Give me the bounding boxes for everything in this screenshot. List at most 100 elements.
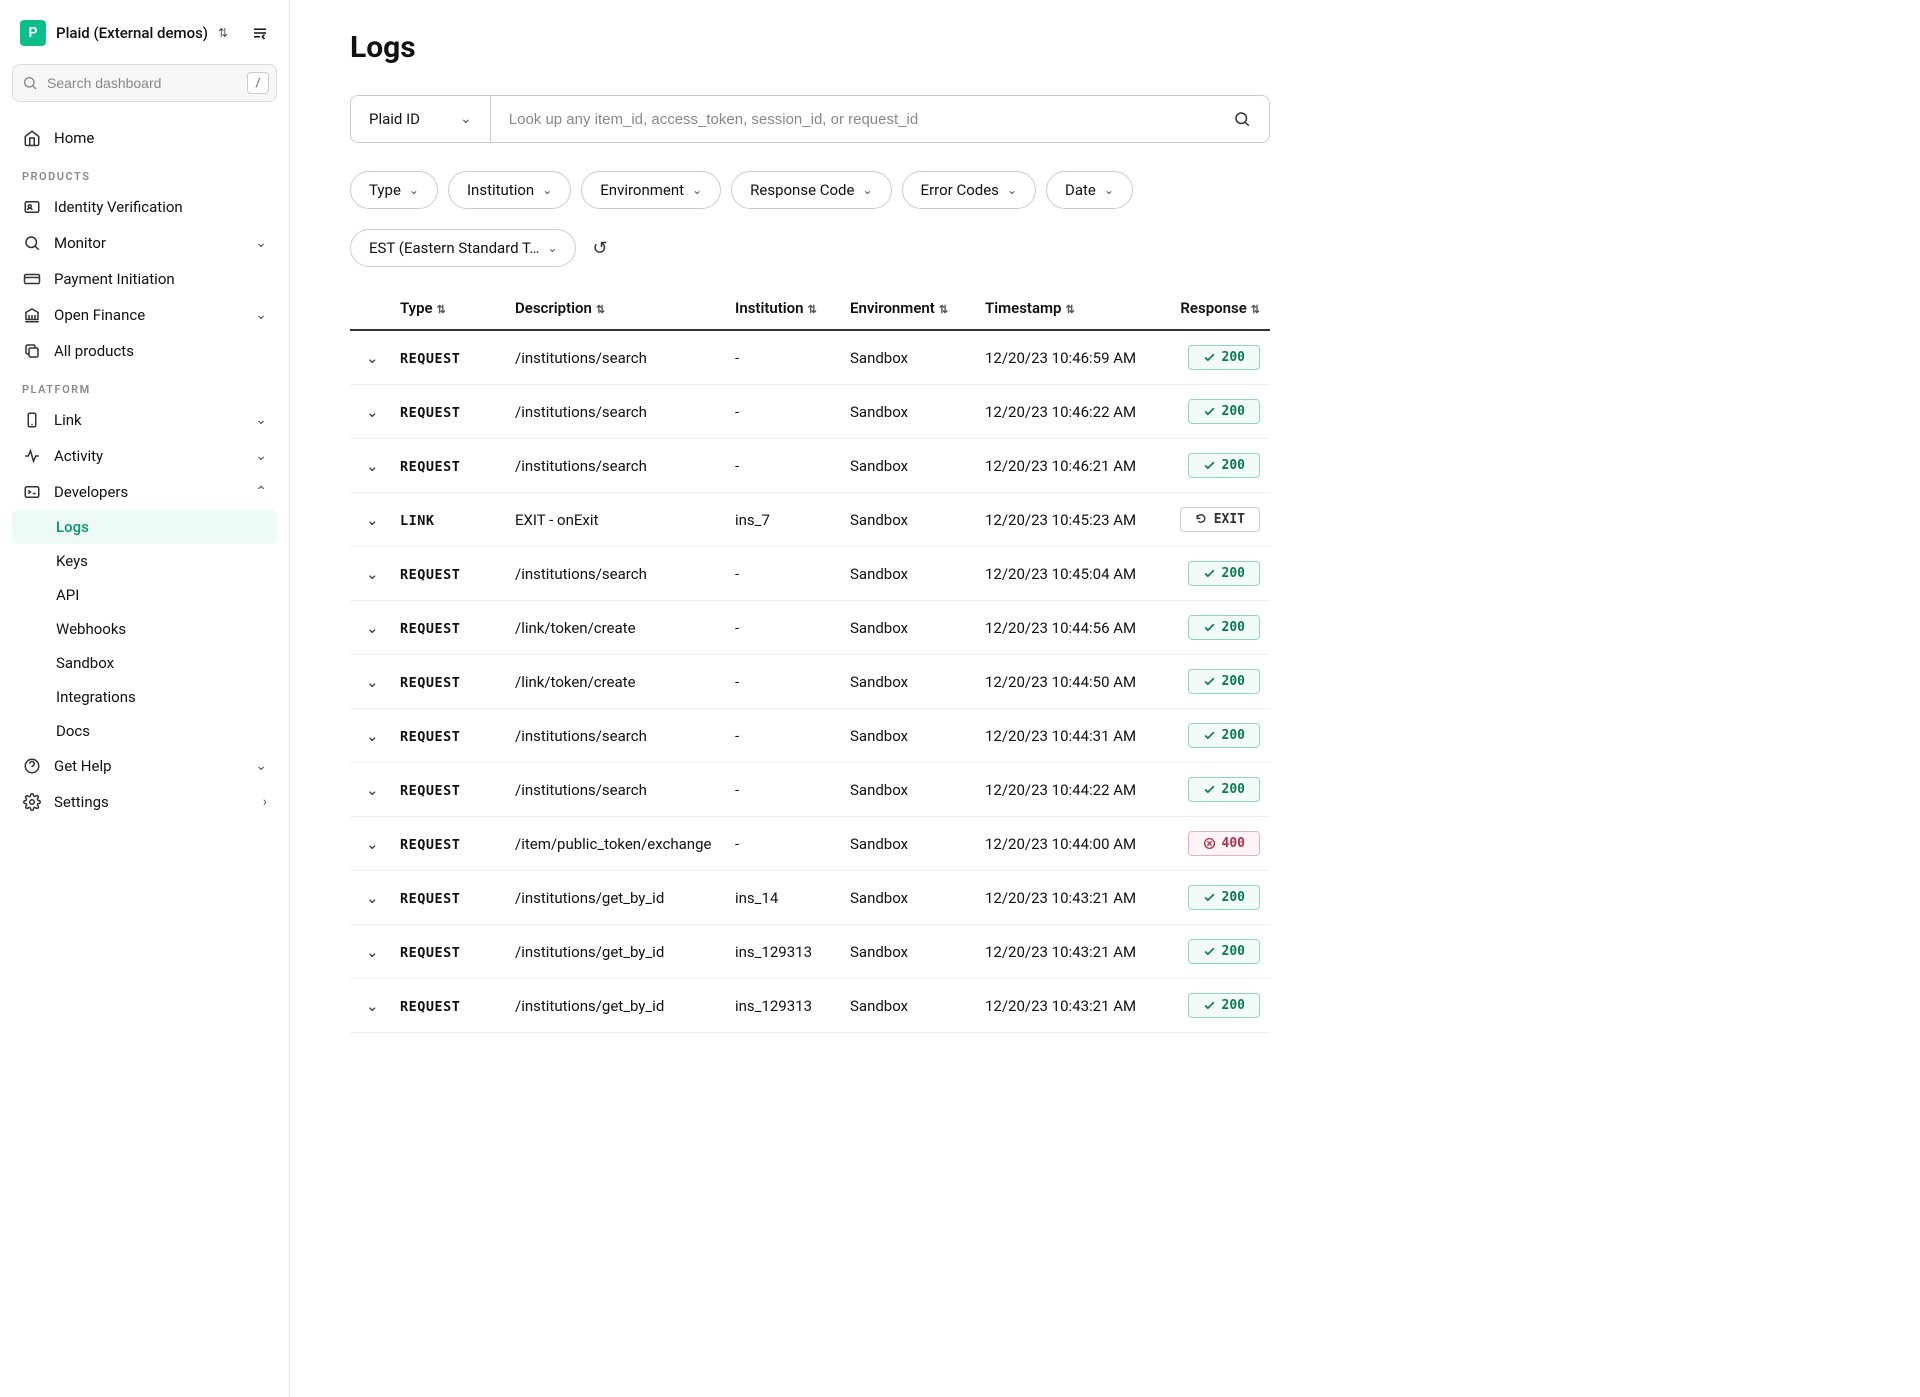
sidebar-sub-sandbox[interactable]: Sandbox	[12, 646, 277, 680]
expand-row-icon[interactable]: ⌄	[350, 781, 400, 799]
expand-row-icon[interactable]: ⌄	[350, 673, 400, 691]
chevron-right-icon: ›	[263, 794, 267, 810]
row-environment: Sandbox	[850, 889, 985, 907]
row-institution: ins_129313	[735, 997, 850, 1015]
row-institution: -	[735, 457, 850, 475]
expand-row-icon[interactable]: ⌄	[350, 565, 400, 583]
col-description[interactable]: Description⇅	[515, 299, 735, 317]
chevron-down-icon: ⌄	[1007, 183, 1017, 197]
expand-row-icon[interactable]: ⌄	[350, 997, 400, 1015]
sidebar-sub-api[interactable]: API	[12, 578, 277, 612]
table-row[interactable]: ⌄REQUEST/institutions/get_by_idins_12931…	[350, 979, 1270, 1033]
expand-row-icon[interactable]: ⌄	[350, 727, 400, 745]
table-row[interactable]: ⌄REQUEST/institutions/search-Sandbox12/2…	[350, 439, 1270, 493]
row-timestamp: 12/20/23 10:44:22 AM	[985, 781, 1160, 799]
row-type: REQUEST	[400, 837, 460, 853]
sort-icon: ⇅	[596, 303, 605, 316]
sidebar-sub-keys[interactable]: Keys	[12, 544, 277, 578]
chevron-down-icon: ⌄	[255, 307, 267, 323]
filter-environment[interactable]: Environment⌄	[581, 171, 721, 209]
org-switcher[interactable]: P Plaid (External demos) ⇅	[12, 16, 277, 50]
col-environment[interactable]: Environment⇅	[850, 299, 985, 317]
org-badge: P	[20, 20, 46, 46]
row-description: /item/public_token/exchange	[515, 835, 735, 853]
sidebar-sub-docs[interactable]: Docs	[12, 714, 277, 748]
expand-row-icon[interactable]: ⌄	[350, 349, 400, 367]
help-icon	[22, 756, 42, 776]
row-type: REQUEST	[400, 567, 460, 583]
row-type: REQUEST	[400, 945, 460, 961]
sidebar-item-idv[interactable]: Identity Verification	[12, 189, 277, 225]
expand-row-icon[interactable]: ⌄	[350, 943, 400, 961]
row-timestamp: 12/20/23 10:46:21 AM	[985, 457, 1160, 475]
response-badge: 200	[1188, 777, 1260, 802]
section-products: PRODUCTS	[12, 156, 277, 189]
sidebar-item-settings[interactable]: Settings ›	[12, 784, 277, 820]
filter-row: Type⌄ Institution⌄ Environment⌄ Response…	[350, 171, 1920, 267]
filter-error-codes[interactable]: Error Codes⌄	[902, 171, 1036, 209]
sidebar-sub-integrations[interactable]: Integrations	[12, 680, 277, 714]
table-row[interactable]: ⌄REQUEST/institutions/search-Sandbox12/2…	[350, 331, 1270, 385]
sidebar-item-allproducts[interactable]: All products	[12, 333, 277, 369]
filter-type[interactable]: Type⌄	[350, 171, 438, 209]
table-row[interactable]: ⌄REQUEST/institutions/search-Sandbox12/2…	[350, 385, 1270, 439]
sidebar-item-activity[interactable]: Activity ⌄	[12, 438, 277, 474]
sidebar-item-monitor[interactable]: Monitor ⌄	[12, 225, 277, 261]
table-row[interactable]: ⌄REQUEST/institutions/search-Sandbox12/2…	[350, 547, 1270, 601]
reset-filters-icon[interactable]: ↺	[586, 238, 613, 259]
chevron-down-icon: ⌄	[1104, 183, 1114, 197]
response-badge: EXIT	[1180, 507, 1260, 532]
lookup-search-button[interactable]	[1215, 96, 1269, 142]
row-description: /institutions/get_by_id	[515, 889, 735, 907]
activity-icon	[22, 446, 42, 466]
col-type[interactable]: Type⇅	[400, 299, 515, 317]
sidebar-item-label: Link	[54, 411, 82, 429]
sidebar-item-developers[interactable]: Developers ⌃	[12, 474, 277, 510]
row-institution: -	[735, 673, 850, 691]
lookup-input[interactable]	[491, 96, 1215, 142]
col-response[interactable]: Response⇅	[1160, 299, 1260, 317]
filter-institution[interactable]: Institution⌄	[448, 171, 571, 209]
search-icon	[22, 233, 42, 253]
col-timestamp[interactable]: Timestamp⇅	[985, 299, 1160, 317]
filter-date[interactable]: Date⌄	[1046, 171, 1133, 209]
table-row[interactable]: ⌄REQUEST/institutions/get_by_idins_14San…	[350, 871, 1270, 925]
row-description: /institutions/search	[515, 457, 735, 475]
sort-icon: ⇅	[808, 303, 817, 316]
sidebar-item-home[interactable]: Home	[12, 120, 277, 156]
filter-timezone[interactable]: EST (Eastern Standard T…⌄	[350, 229, 576, 267]
response-badge: 200	[1188, 939, 1260, 964]
sort-icon: ⇅	[939, 303, 948, 316]
sidebar-item-link[interactable]: Link ⌄	[12, 402, 277, 438]
table-row[interactable]: ⌄REQUEST/item/public_token/exchange-Sand…	[350, 817, 1270, 871]
table-header: Type⇅ Description⇅ Institution⇅ Environm…	[350, 287, 1270, 331]
lookup-selector[interactable]: Plaid ID ⌄	[351, 96, 491, 142]
expand-row-icon[interactable]: ⌄	[350, 403, 400, 421]
table-row[interactable]: ⌄LINKEXIT - onExitins_7Sandbox12/20/23 1…	[350, 493, 1270, 547]
filter-response-code[interactable]: Response Code⌄	[731, 171, 891, 209]
sidebar-sub-webhooks[interactable]: Webhooks	[12, 612, 277, 646]
expand-row-icon[interactable]: ⌄	[350, 835, 400, 853]
table-row[interactable]: ⌄REQUEST/institutions/search-Sandbox12/2…	[350, 763, 1270, 817]
sidebar-item-label: Developers	[54, 483, 128, 501]
collapse-sidebar-icon[interactable]	[251, 24, 269, 42]
table-row[interactable]: ⌄REQUEST/institutions/get_by_idins_12931…	[350, 925, 1270, 979]
expand-row-icon[interactable]: ⌄	[350, 619, 400, 637]
expand-row-icon[interactable]: ⌄	[350, 457, 400, 475]
table-row[interactable]: ⌄REQUEST/institutions/search-Sandbox12/2…	[350, 709, 1270, 763]
sidebar-item-openfinance[interactable]: Open Finance ⌄	[12, 297, 277, 333]
row-type: REQUEST	[400, 675, 460, 691]
table-body: ⌄REQUEST/institutions/search-Sandbox12/2…	[350, 331, 1270, 1033]
table-row[interactable]: ⌄REQUEST/link/token/create-Sandbox12/20/…	[350, 655, 1270, 709]
col-institution[interactable]: Institution⇅	[735, 299, 850, 317]
table-row[interactable]: ⌄REQUEST/link/token/create-Sandbox12/20/…	[350, 601, 1270, 655]
sidebar-item-label: Settings	[54, 793, 109, 811]
expand-row-icon[interactable]: ⌄	[350, 511, 400, 529]
expand-row-icon[interactable]: ⌄	[350, 889, 400, 907]
page-title: Logs	[350, 30, 1920, 65]
sidebar-item-payment[interactable]: Payment Initiation	[12, 261, 277, 297]
row-environment: Sandbox	[850, 943, 985, 961]
search-input[interactable]	[12, 64, 277, 102]
sidebar-sub-logs[interactable]: Logs	[12, 510, 277, 544]
sidebar-item-help[interactable]: Get Help ⌄	[12, 748, 277, 784]
